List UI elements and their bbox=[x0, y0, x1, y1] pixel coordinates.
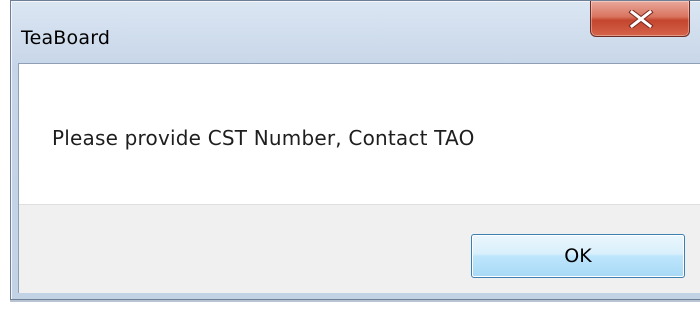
dialog-client-area: Please provide CST Number, Contact TAO O… bbox=[18, 63, 700, 293]
dialog-window: TeaBoard Please provide CST Number, Cont… bbox=[10, 0, 700, 300]
window-bottom-edge bbox=[10, 300, 700, 302]
message-text: Please provide CST Number, Contact TAO bbox=[52, 126, 475, 150]
screen: TeaBoard Please provide CST Number, Cont… bbox=[0, 0, 700, 320]
title-bar[interactable]: TeaBoard bbox=[11, 1, 700, 63]
message-panel: Please provide CST Number, Contact TAO bbox=[19, 64, 700, 205]
window-title: TeaBoard bbox=[21, 27, 111, 49]
close-icon bbox=[628, 10, 654, 28]
close-button[interactable] bbox=[590, 1, 690, 37]
ok-button[interactable]: OK bbox=[471, 234, 685, 278]
